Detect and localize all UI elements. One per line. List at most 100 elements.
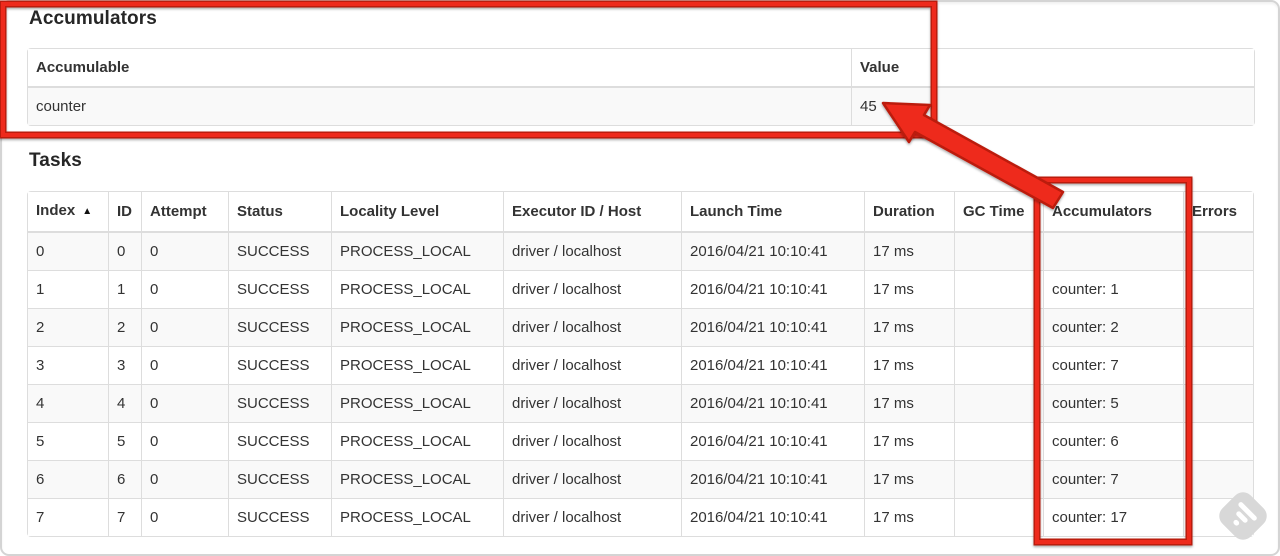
cell-index: 4 — [28, 384, 108, 422]
tasks-section-title: Tasks — [29, 150, 82, 171]
cell-id: 3 — [108, 346, 141, 384]
cell-executor: driver / localhost — [503, 308, 681, 346]
cell-errors — [1183, 384, 1253, 422]
cell-status: SUCCESS — [228, 498, 331, 536]
accumulators-table: Accumulable Value counter 45 — [27, 48, 1255, 126]
column-header-duration[interactable]: Duration — [864, 192, 954, 233]
table-row: 3 3 0 SUCCESS PROCESS_LOCAL driver / localhos… — [28, 346, 1253, 384]
cell-attempt: 0 — [141, 346, 228, 384]
cell-accumulators: counter: 7 — [1043, 346, 1183, 384]
column-header-locality-level[interactable]: Locality Level — [331, 192, 503, 233]
accumulators-header-row: Accumulable Value — [28, 49, 1254, 88]
column-header-status[interactable]: Status — [228, 192, 331, 233]
cell-duration: 17 ms — [864, 270, 954, 308]
cell-duration: 17 ms — [864, 498, 954, 536]
cell-executor: driver / localhost — [503, 346, 681, 384]
cell-launch-time: 2016/04/21 10:10:41 — [681, 270, 864, 308]
cell-locality-level: PROCESS_LOCAL — [331, 498, 503, 536]
cell-executor: driver / localhost — [503, 498, 681, 536]
cell-status: SUCCESS — [228, 460, 331, 498]
cell-status: SUCCESS — [228, 270, 331, 308]
cell-attempt: 0 — [141, 384, 228, 422]
cell-index: 7 — [28, 498, 108, 536]
table-row: 4 4 0 SUCCESS PROCESS_LOCAL driver / localhos… — [28, 384, 1253, 422]
cell-duration: 17 ms — [864, 460, 954, 498]
tasks-table: Index ▲ ID Attempt Status Locality Level … — [27, 191, 1254, 537]
cell-errors — [1183, 233, 1253, 270]
column-header-id[interactable]: ID — [108, 192, 141, 233]
accumulators-section-title: Accumulators — [29, 8, 157, 29]
cell-locality-level: PROCESS_LOCAL — [331, 233, 503, 270]
cell-attempt: 0 — [141, 460, 228, 498]
cell-locality-level: PROCESS_LOCAL — [331, 422, 503, 460]
cell-status: SUCCESS — [228, 308, 331, 346]
cell-errors — [1183, 346, 1253, 384]
column-header-accumulators[interactable]: Accumulators — [1043, 192, 1183, 233]
column-header-accumulable[interactable]: Accumulable — [28, 49, 851, 88]
table-row: 0 0 0 SUCCESS PROCESS_LOCAL driver / localhos… — [28, 233, 1253, 270]
cell-launch-time: 2016/04/21 10:10:41 — [681, 346, 864, 384]
cell-executor: driver / localhost — [503, 422, 681, 460]
cell-accumulators: counter: 2 — [1043, 308, 1183, 346]
cell-errors — [1183, 422, 1253, 460]
column-header-attempt[interactable]: Attempt — [141, 192, 228, 233]
cell-attempt: 0 — [141, 422, 228, 460]
cell-accumulators: counter: 6 — [1043, 422, 1183, 460]
table-row: 2 2 0 SUCCESS PROCESS_LOCAL driver / localhos… — [28, 308, 1253, 346]
cell-gc-time — [954, 422, 1043, 460]
cell-executor: driver / localhost — [503, 460, 681, 498]
column-header-gc-time[interactable]: GC Time — [954, 192, 1043, 233]
cell-duration: 17 ms — [864, 346, 954, 384]
cell-status: SUCCESS — [228, 233, 331, 270]
table-row: counter 45 — [28, 88, 1254, 125]
cell-accumulable: counter — [36, 98, 87, 115]
cell-accumulators — [1043, 233, 1183, 270]
column-header-executor-id-host[interactable]: Executor ID / Host — [503, 192, 681, 233]
cell-index: 6 — [28, 460, 108, 498]
cell-locality-level: PROCESS_LOCAL — [331, 346, 503, 384]
cell-index: 1 — [28, 270, 108, 308]
cell-attempt: 0 — [141, 270, 228, 308]
cell-launch-time: 2016/04/21 10:10:41 — [681, 233, 864, 270]
cell-id: 4 — [108, 384, 141, 422]
cell-status: SUCCESS — [228, 384, 331, 422]
cell-locality-level: PROCESS_LOCAL — [331, 384, 503, 422]
cell-attempt: 0 — [141, 498, 228, 536]
cell-executor: driver / localhost — [503, 384, 681, 422]
cell-launch-time: 2016/04/21 10:10:41 — [681, 422, 864, 460]
cell-gc-time — [954, 346, 1043, 384]
cell-accumulators: counter: 17 — [1043, 498, 1183, 536]
cell-duration: 17 ms — [864, 233, 954, 270]
cell-id: 0 — [108, 233, 141, 270]
cell-gc-time — [954, 384, 1043, 422]
cell-locality-level: PROCESS_LOCAL — [331, 460, 503, 498]
column-header-launch-time[interactable]: Launch Time — [681, 192, 864, 233]
cell-errors — [1183, 498, 1253, 536]
cell-accumulators: counter: 7 — [1043, 460, 1183, 498]
cell-duration: 17 ms — [864, 422, 954, 460]
table-row: 6 6 0 SUCCESS PROCESS_LOCAL driver / localhos… — [28, 460, 1253, 498]
cell-index: 5 — [28, 422, 108, 460]
cell-id: 7 — [108, 498, 141, 536]
cell-locality-level: PROCESS_LOCAL — [331, 270, 503, 308]
cell-value: 45 — [851, 88, 1254, 125]
cell-gc-time — [954, 498, 1043, 536]
column-header-errors[interactable]: Errors — [1183, 192, 1253, 233]
sort-ascending-icon: ▲ — [82, 206, 93, 217]
table-row: 7 7 0 SUCCESS PROCESS_LOCAL driver / localhos… — [28, 498, 1253, 536]
cell-id: 6 — [108, 460, 141, 498]
cell-accumulators: counter: 5 — [1043, 384, 1183, 422]
cell-index: 0 — [36, 243, 45, 260]
column-header-index[interactable]: Index ▲ — [28, 192, 108, 233]
column-header-value[interactable]: Value — [851, 49, 1254, 88]
cell-status: SUCCESS — [228, 346, 331, 384]
cell-accumulators: counter: 1 — [1043, 270, 1183, 308]
cell-launch-time: 2016/04/21 10:10:41 — [681, 308, 864, 346]
cell-index: 2 — [28, 308, 108, 346]
cell-id: 1 — [108, 270, 141, 308]
tasks-header-row: Index ▲ ID Attempt Status Locality Level … — [28, 192, 1253, 233]
cell-duration: 17 ms — [864, 384, 954, 422]
cell-errors — [1183, 270, 1253, 308]
cell-locality-level: PROCESS_LOCAL — [331, 308, 503, 346]
column-header-index-label: Index — [36, 202, 76, 219]
